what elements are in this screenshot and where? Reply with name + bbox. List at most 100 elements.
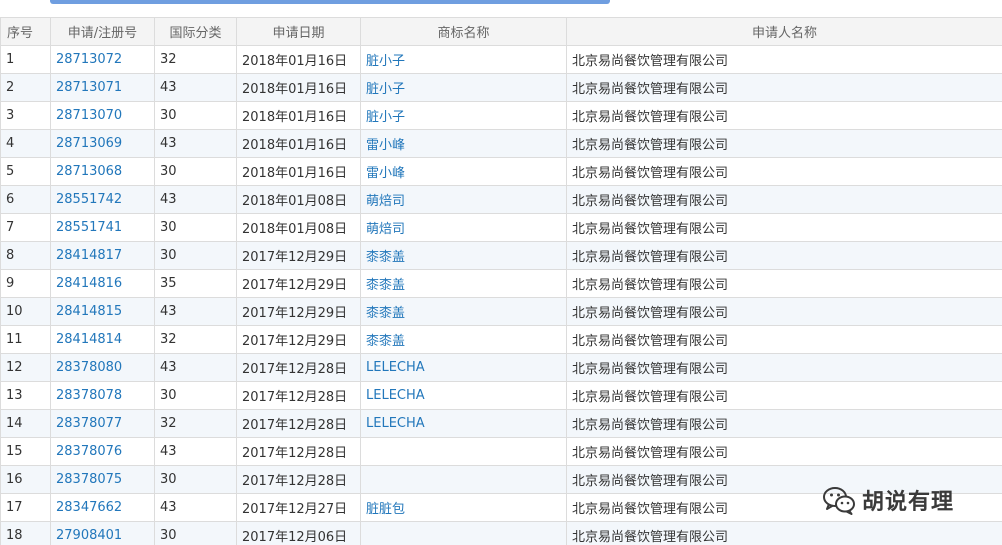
cell-index: 12 (0, 353, 51, 382)
cell-applicant: 北京易尚餐饮管理有限公司 (566, 241, 1002, 270)
cell-reg-no-link[interactable]: 28378075 (50, 465, 155, 494)
cell-date: 2017年12月29日 (236, 241, 361, 270)
table-row: 9 28414816 35 2017年12月29日 桼桼盖 北京易尚餐饮管理有限公司 (0, 269, 1002, 298)
header-applicant: 申请人名称 (566, 17, 1002, 46)
cell-class: 30 (154, 465, 237, 494)
table-row: 4 28713069 43 2018年01月16日 雷小峰 北京易尚餐饮管理有限公司 (0, 129, 1002, 158)
cell-reg-no-link[interactable]: 28347662 (50, 493, 155, 522)
cell-class: 32 (154, 409, 237, 438)
cell-date: 2017年12月06日 (236, 521, 361, 545)
cell-date: 2017年12月28日 (236, 381, 361, 410)
cell-class: 30 (154, 157, 237, 186)
cell-class: 43 (154, 437, 237, 466)
table-row: 10 28414815 43 2017年12月29日 桼桼盖 北京易尚餐饮管理有限公司 (0, 297, 1002, 326)
cell-trademark-name-link[interactable]: 桼桼盖 (360, 297, 567, 326)
cell-date: 2018年01月08日 (236, 185, 361, 214)
cell-reg-no-link[interactable]: 28713069 (50, 129, 155, 158)
cell-reg-no-link[interactable]: 28713070 (50, 101, 155, 130)
cell-trademark-name-link[interactable]: 桼桼盖 (360, 241, 567, 270)
cell-applicant: 北京易尚餐饮管理有限公司 (566, 73, 1002, 102)
cell-date: 2018年01月08日 (236, 213, 361, 242)
cell-trademark-name-link[interactable]: LELECHA (360, 381, 567, 410)
cell-applicant: 北京易尚餐饮管理有限公司 (566, 101, 1002, 130)
cell-index: 18 (0, 521, 51, 545)
cell-date: 2018年01月16日 (236, 73, 361, 102)
cell-reg-no-link[interactable]: 28551741 (50, 213, 155, 242)
cell-index: 1 (0, 45, 51, 74)
cell-trademark-name-link[interactable]: 脏脏包 (360, 493, 567, 522)
cell-date: 2017年12月28日 (236, 353, 361, 382)
cell-date: 2017年12月28日 (236, 409, 361, 438)
table-row: 14 28378077 32 2017年12月28日 LELECHA 北京易尚餐饮管理有限… (0, 409, 1002, 438)
cell-trademark-name-link[interactable]: 雷小峰 (360, 129, 567, 158)
cell-trademark-name-link (360, 465, 567, 494)
cell-trademark-name-link[interactable]: 桼桼盖 (360, 269, 567, 298)
cell-date: 2017年12月29日 (236, 325, 361, 354)
cell-reg-no-link[interactable]: 28378077 (50, 409, 155, 438)
cell-applicant: 北京易尚餐饮管理有限公司 (566, 45, 1002, 74)
cell-trademark-name-link[interactable]: LELECHA (360, 409, 567, 438)
cell-reg-no-link[interactable]: 28414816 (50, 269, 155, 298)
cell-trademark-name-link[interactable]: 脏小子 (360, 101, 567, 130)
table-row: 18 27908401 30 2017年12月06日 北京易尚餐饮管理有限公司 (0, 521, 1002, 545)
cell-applicant: 北京易尚餐饮管理有限公司 (566, 157, 1002, 186)
cell-trademark-name-link[interactable]: 桼桼盖 (360, 325, 567, 354)
cell-index: 9 (0, 269, 51, 298)
table-body: 1 28713072 32 2018年01月16日 脏小子 北京易尚餐饮管理有限公司 2 28… (0, 45, 1002, 545)
cell-index: 4 (0, 129, 51, 158)
cell-class: 43 (154, 73, 237, 102)
cell-index: 8 (0, 241, 51, 270)
cell-index: 5 (0, 157, 51, 186)
cell-index: 2 (0, 73, 51, 102)
cell-class: 30 (154, 521, 237, 545)
cell-applicant: 北京易尚餐饮管理有限公司 (566, 129, 1002, 158)
trademark-table: 序号 申请/注册号 国际分类 申请日期 商标名称 申请人名称 1 28713072… (0, 17, 1002, 545)
cell-reg-no-link[interactable]: 28414815 (50, 297, 155, 326)
cell-trademark-name-link[interactable]: 脏小子 (360, 73, 567, 102)
table-header: 序号 申请/注册号 国际分类 申请日期 商标名称 申请人名称 (0, 17, 1002, 46)
cell-class: 43 (154, 353, 237, 382)
cell-reg-no-link[interactable]: 28414814 (50, 325, 155, 354)
cell-reg-no-link[interactable]: 28378078 (50, 381, 155, 410)
cell-index: 7 (0, 213, 51, 242)
cell-trademark-name-link[interactable]: 雷小峰 (360, 157, 567, 186)
cell-index: 6 (0, 185, 51, 214)
table-row: 8 28414817 30 2017年12月29日 桼桼盖 北京易尚餐饮管理有限公司 (0, 241, 1002, 270)
cell-reg-no-link[interactable]: 27908401 (50, 521, 155, 545)
cell-date: 2017年12月28日 (236, 465, 361, 494)
cell-trademark-name-link[interactable]: LELECHA (360, 353, 567, 382)
trademark-table-container: 序号 申请/注册号 国际分类 申请日期 商标名称 申请人名称 1 28713072… (0, 17, 1002, 545)
cell-trademark-name-link[interactable]: 萌焙司 (360, 185, 567, 214)
cell-applicant: 北京易尚餐饮管理有限公司 (566, 437, 1002, 466)
cell-index: 3 (0, 101, 51, 130)
cell-reg-no-link[interactable]: 28551742 (50, 185, 155, 214)
table-row: 15 28378076 43 2017年12月28日 北京易尚餐饮管理有限公司 (0, 437, 1002, 466)
cell-reg-no-link[interactable]: 28713071 (50, 73, 155, 102)
cell-class: 32 (154, 45, 237, 74)
cell-reg-no-link[interactable]: 28378076 (50, 437, 155, 466)
watermark: 胡说有理 (822, 483, 954, 517)
cell-applicant: 北京易尚餐饮管理有限公司 (566, 353, 1002, 382)
cell-applicant: 北京易尚餐饮管理有限公司 (566, 325, 1002, 354)
cell-applicant: 北京易尚餐饮管理有限公司 (566, 409, 1002, 438)
cell-reg-no-link[interactable]: 28378080 (50, 353, 155, 382)
cell-trademark-name-link[interactable]: 萌焙司 (360, 213, 567, 242)
cell-reg-no-link[interactable]: 28713072 (50, 45, 155, 74)
cell-index: 14 (0, 409, 51, 438)
cell-reg-no-link[interactable]: 28713068 (50, 157, 155, 186)
table-row: 7 28551741 30 2018年01月08日 萌焙司 北京易尚餐饮管理有限公司 (0, 213, 1002, 242)
cell-date: 2017年12月27日 (236, 493, 361, 522)
cell-class: 30 (154, 101, 237, 130)
header-index: 序号 (0, 17, 51, 46)
top-scroll-bar (50, 0, 610, 4)
cell-class: 30 (154, 241, 237, 270)
cell-index: 13 (0, 381, 51, 410)
cell-reg-no-link[interactable]: 28414817 (50, 241, 155, 270)
cell-applicant: 北京易尚餐饮管理有限公司 (566, 185, 1002, 214)
cell-class: 43 (154, 129, 237, 158)
cell-trademark-name-link[interactable]: 脏小子 (360, 45, 567, 74)
cell-date: 2017年12月29日 (236, 269, 361, 298)
cell-index: 16 (0, 465, 51, 494)
cell-class: 43 (154, 493, 237, 522)
cell-class: 43 (154, 297, 237, 326)
